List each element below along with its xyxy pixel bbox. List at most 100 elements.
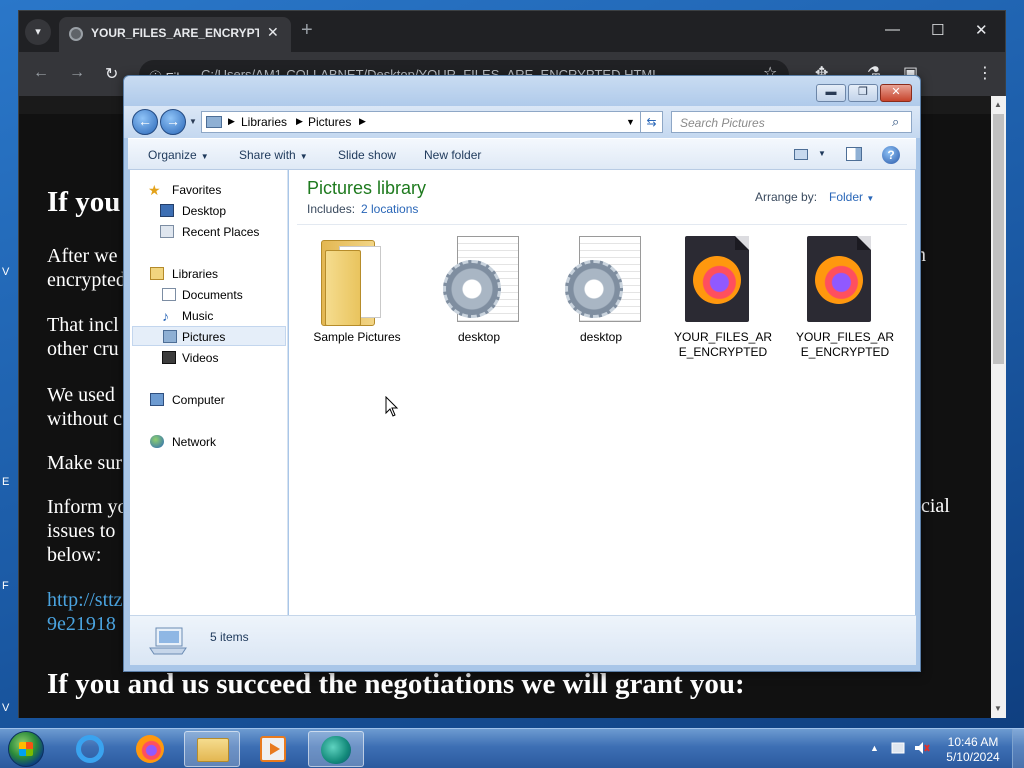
- breadcrumb-separator[interactable]: ▶: [359, 116, 366, 127]
- chrome-tab[interactable]: YOUR_FILES_ARE_ENCRYPTED.H ✕: [59, 17, 291, 52]
- explorer-window: ▬ ❐ ✕ ← → ▼ ▶ Libraries ▶ Pictures ▶ ▼ ⇆…: [123, 75, 921, 672]
- nav-item-computer[interactable]: Computer: [148, 390, 225, 410]
- nav-item-documents[interactable]: Documents: [160, 285, 243, 305]
- forward-button[interactable]: →: [69, 64, 85, 82]
- desktop-edge-text: E: [2, 476, 10, 488]
- back-button[interactable]: ←: [33, 64, 49, 82]
- share-with-button[interactable]: Share with ▼: [239, 148, 308, 162]
- nav-label: Recent Places: [182, 225, 260, 239]
- taskbar: ▲ 10:46 AM 5/10/2024: [0, 728, 1024, 768]
- taskbar-windows-explorer[interactable]: [184, 731, 240, 767]
- start-button[interactable]: [8, 731, 44, 767]
- search-icon[interactable]: ⌕: [892, 114, 899, 130]
- action-center-icon[interactable]: [890, 741, 906, 755]
- music-icon: ♪: [162, 308, 169, 324]
- reload-button[interactable]: ↻: [105, 64, 118, 84]
- desktop-edge-text: F: [2, 580, 9, 592]
- breadcrumb-libraries[interactable]: Libraries: [241, 115, 287, 129]
- library-locations-link[interactable]: 2 locations: [361, 202, 418, 216]
- nav-label: Music: [182, 309, 214, 323]
- page-paragraph: We used: [47, 384, 115, 406]
- volume-muted-icon[interactable]: [914, 741, 930, 755]
- file-item-ransom-note[interactable]: YOUR_FILES_ARE_ENCRYPTED: [795, 236, 895, 366]
- arrange-by-dropdown[interactable]: Folder ▼: [829, 190, 874, 204]
- taskbar-app[interactable]: [308, 731, 364, 767]
- payment-link[interactable]: 9e21918: [47, 612, 116, 636]
- scroll-up-icon[interactable]: ▲: [994, 100, 1002, 109]
- recent-pages-dropdown[interactable]: ▼: [189, 117, 197, 126]
- config-file-icon: [565, 236, 641, 326]
- page-paragraph: other cru: [47, 338, 119, 360]
- tab-close-icon[interactable]: ✕: [267, 24, 279, 41]
- windows-explorer-icon: [197, 738, 229, 762]
- nav-item-recent-places[interactable]: Recent Places: [160, 222, 259, 242]
- slide-show-button[interactable]: Slide show: [338, 148, 396, 162]
- scrollbar-thumb[interactable]: [993, 114, 1004, 364]
- breadcrumb-separator[interactable]: ▶: [228, 116, 235, 127]
- desktop-edge-text: V: [2, 266, 10, 278]
- page-paragraph: That incl: [47, 314, 119, 336]
- show-hidden-icons-button[interactable]: ▲: [870, 743, 879, 753]
- taskbar-internet-explorer[interactable]: [62, 731, 118, 767]
- explorer-close-button[interactable]: ✕: [880, 84, 912, 102]
- config-file-icon: [443, 236, 519, 326]
- chrome-minimize-button[interactable]: —: [885, 21, 900, 38]
- taskbar-media-player[interactable]: [246, 731, 302, 767]
- explorer-address-bar[interactable]: ▶ Libraries ▶ Pictures ▶ ▼: [201, 111, 641, 133]
- explorer-back-button[interactable]: ←: [132, 109, 158, 135]
- file-item-desktop-ini[interactable]: desktop: [429, 236, 529, 366]
- nav-item-network[interactable]: Network: [148, 432, 216, 452]
- nav-label: Network: [172, 435, 217, 449]
- computer-icon: [149, 627, 187, 655]
- breadcrumb-separator[interactable]: ▶: [296, 116, 303, 127]
- explorer-minimize-button[interactable]: ▬: [816, 84, 846, 102]
- globe-icon: [69, 27, 83, 41]
- address-dropdown-icon[interactable]: ▼: [626, 117, 635, 127]
- page-scrollbar[interactable]: ▲ ▼: [991, 96, 1006, 718]
- windows-logo-icon: [19, 742, 33, 756]
- file-item-sample-pictures[interactable]: Sample Pictures: [307, 236, 407, 366]
- breadcrumb-pictures[interactable]: Pictures: [308, 115, 351, 129]
- nav-label: Favorites: [172, 183, 222, 197]
- explorer-forward-button[interactable]: →: [160, 109, 186, 135]
- refresh-button[interactable]: ⇆: [641, 111, 663, 133]
- search-placeholder[interactable]: Search Pictures: [680, 116, 765, 130]
- videos-icon: [162, 351, 176, 364]
- preview-pane-icon[interactable]: [846, 147, 862, 161]
- show-desktop-button[interactable]: [1012, 729, 1024, 768]
- nav-item-videos[interactable]: Videos: [160, 348, 218, 368]
- nav-item-desktop[interactable]: Desktop: [160, 201, 226, 221]
- file-item-ransom-note[interactable]: YOUR_FILES_ARE_ENCRYPTED: [673, 236, 773, 366]
- file-item-desktop-ini[interactable]: desktop: [551, 236, 651, 366]
- search-box[interactable]: Search Pictures ⌕: [671, 111, 912, 133]
- nav-item-libraries[interactable]: Libraries: [148, 264, 218, 284]
- new-tab-button[interactable]: +: [301, 20, 313, 40]
- chrome-close-button[interactable]: ✕: [975, 21, 988, 39]
- chrome-maximize-button[interactable]: ☐: [931, 21, 944, 39]
- organize-button[interactable]: Organize ▼: [148, 148, 209, 162]
- arrange-by-label: Arrange by:: [755, 190, 818, 204]
- explorer-title-bar[interactable]: ▬ ❐ ✕: [124, 76, 920, 108]
- tab-search-button[interactable]: ▾: [25, 19, 51, 45]
- nav-item-pictures[interactable]: Pictures: [132, 326, 286, 346]
- help-button[interactable]: ?: [882, 146, 900, 164]
- navigation-pane: ★ Favorites Desktop Recent Places Librar…: [130, 170, 288, 615]
- page-paragraph: After we: [47, 245, 118, 267]
- scroll-down-icon[interactable]: ▼: [994, 704, 1002, 713]
- view-options-dropdown[interactable]: ▼: [818, 149, 826, 158]
- mouse-cursor-icon: [385, 396, 399, 417]
- nav-item-favorites[interactable]: ★ Favorites: [148, 180, 221, 200]
- arrange-by-value: Folder: [829, 190, 864, 204]
- change-view-icon[interactable]: [794, 149, 808, 160]
- pictures-library-icon: [206, 116, 222, 128]
- nav-item-music[interactable]: ♪ Music: [160, 306, 213, 326]
- nav-label: Documents: [182, 288, 243, 302]
- more-icon[interactable]: ⋮: [977, 63, 993, 83]
- page-heading: If you and us succeed the negotiations w…: [47, 668, 745, 700]
- explorer-maximize-button[interactable]: ❐: [848, 84, 878, 102]
- page-paragraph: encrypted: [47, 269, 126, 291]
- taskbar-firefox[interactable]: [122, 731, 178, 767]
- system-clock[interactable]: 10:46 AM 5/10/2024: [940, 735, 1006, 765]
- new-folder-button[interactable]: New folder: [424, 148, 481, 162]
- payment-link[interactable]: http://sttz: [47, 588, 123, 612]
